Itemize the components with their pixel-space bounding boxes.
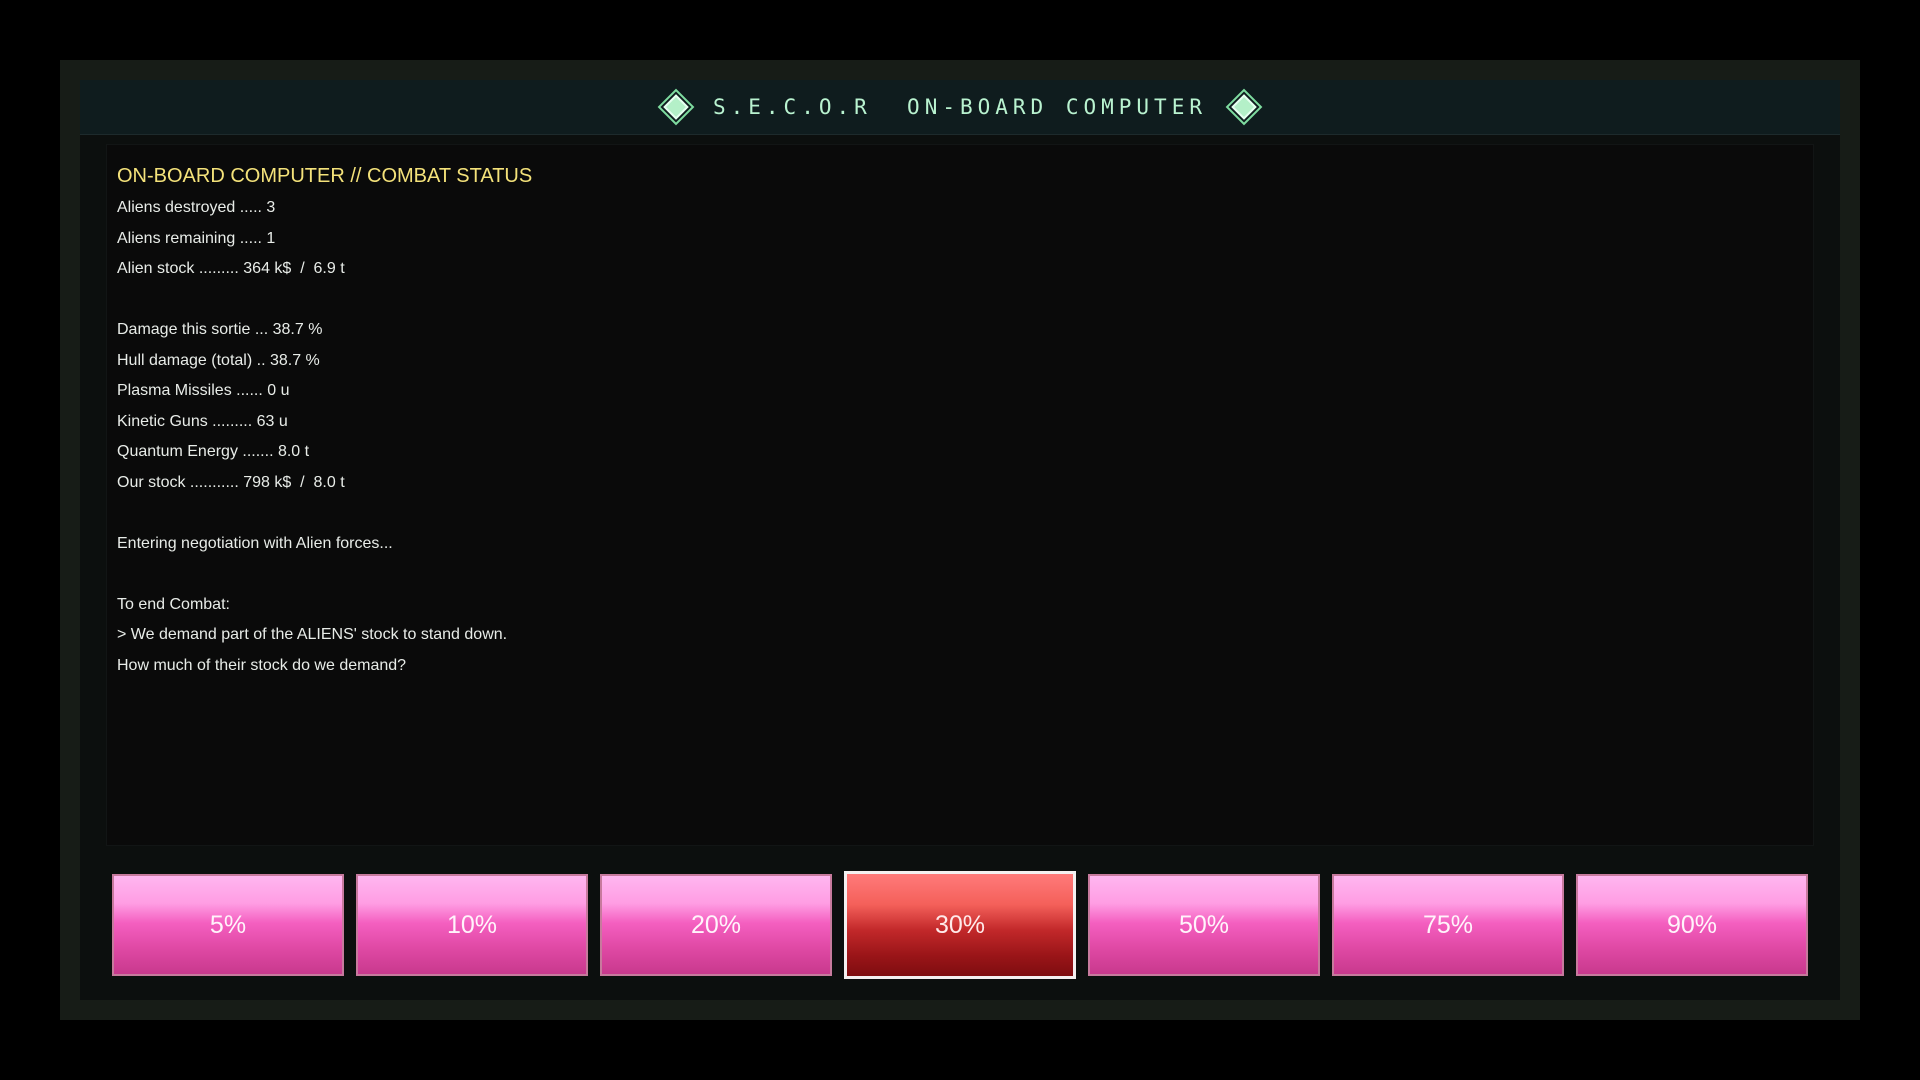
demand-75-percent-button[interactable]: 75% — [1332, 874, 1564, 976]
console-line: Damage this sortie ... 38.7 % — [117, 321, 323, 338]
demand-30-percent-button[interactable]: 30% — [844, 871, 1076, 979]
console-line: Hull damage (total) .. 38.7 % — [117, 351, 320, 369]
console-line: Our stock ........... 798 k$ / 8.0 t — [117, 473, 345, 491]
computer-panel: S.E.C.O.R ON-BOARD COMPUTER ON-BOARD COM… — [80, 80, 1840, 1000]
game-window-frame: S.E.C.O.R ON-BOARD COMPUTER ON-BOARD COM… — [60, 60, 1860, 1020]
demand-options: 5% 10% 20% 30% 50% 75% 90% — [112, 869, 1808, 979]
diamond-icon — [1231, 94, 1257, 120]
demand-90-percent-button[interactable]: 90% — [1576, 874, 1808, 976]
demand-10-percent-button[interactable]: 10% — [356, 874, 588, 976]
console-output: ON-BOARD COMPUTER // COMBAT STATUS Alien… — [106, 144, 1814, 846]
console-line: Quantum Energy ....... 8.0 t — [117, 443, 310, 460]
console-line: > We demand part of the ALIENS' stock to… — [117, 626, 508, 643]
demand-50-percent-button[interactable]: 50% — [1088, 874, 1320, 976]
console-line: Alien stock ......... 364 k$ / 6.9 t — [117, 260, 345, 277]
console-line: Aliens destroyed ..... 3 — [117, 199, 276, 216]
title-bar: S.E.C.O.R ON-BOARD COMPUTER — [80, 80, 1840, 135]
console-line: Kinetic Guns ......... 63 u — [117, 412, 288, 430]
demand-5-percent-button[interactable]: 5% — [112, 874, 344, 976]
window-title: S.E.C.O.R ON-BOARD COMPUTER — [712, 95, 1207, 119]
diamond-icon — [663, 94, 689, 120]
console-line: Plasma Missiles ...... 0 u — [117, 382, 290, 399]
console-heading: ON-BOARD COMPUTER // COMBAT STATUS — [117, 165, 533, 187]
console-line: Entering negotiation with Alien forces..… — [117, 534, 393, 552]
console-line: How much of their stock do we demand? — [117, 656, 407, 674]
console-line: To end Combat: — [117, 595, 230, 613]
console-line: Aliens remaining ..... 1 — [117, 229, 276, 247]
console-lines: Aliens destroyed ..... 3 Aliens remaining… — [117, 193, 1803, 681]
demand-20-percent-button[interactable]: 20% — [600, 874, 832, 976]
